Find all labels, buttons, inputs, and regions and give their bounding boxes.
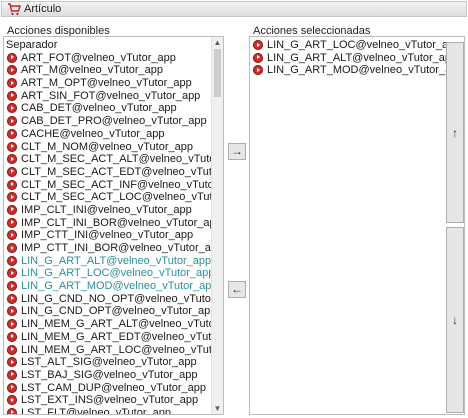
list-item-label: IMP_CTT_INI_BOR@velneo_vTutor_app (21, 242, 224, 254)
remove-action-button[interactable]: ← (228, 281, 246, 298)
action-play-icon (7, 179, 17, 190)
action-play-icon (7, 65, 17, 76)
list-item-label: IMP_CLT_INI@velneo_vTutor_app (21, 203, 192, 216)
action-play-icon (7, 128, 17, 139)
list-item-label: CLT_M_SEC_ACT_INF@velneo_vTutor_app (21, 178, 224, 191)
list-item-label: ART_FOT@velneo_vTutor_app (21, 51, 176, 64)
list-item-label: CLT_M_NOM@velneo_vTutor_app (21, 140, 193, 153)
list-item-label: LST_BAJ_SIG@velneo_vTutor_app (21, 368, 198, 381)
list-item-label: IMP_CTT_INI@velneo_vTutor_app (21, 229, 194, 242)
move-up-button[interactable]: ↑ (446, 42, 464, 223)
list-item-label: LIN_MEM_G_ART_LOC@velneo_vTutor_app (21, 343, 224, 356)
window-title: Artículo (24, 3, 62, 15)
list-item-label: LIN_G_ART_MOD@velneo_vTutor_app (267, 64, 464, 77)
available-actions-list[interactable]: Separador ART_FOT@velneo_vTutor_app ART_M… (3, 36, 224, 415)
list-item-label: ART_M@velneo_vTutor_app (21, 64, 164, 77)
window-titlebar: Artículo (1, 1, 467, 17)
list-item-label: LST_EXT_INS@velneo_vTutor_app (21, 394, 199, 407)
scroll-up-arrow-icon[interactable]: ▲ (212, 37, 223, 48)
action-play-icon (7, 243, 17, 253)
list-item-label: CAB_DET@velneo_vTutor_app (21, 102, 177, 115)
action-play-icon (253, 40, 263, 50)
action-play-icon (253, 65, 263, 76)
action-play-icon (7, 268, 17, 279)
action-play-icon (7, 255, 17, 266)
arrow-right-icon: → (231, 144, 243, 158)
list-item-label: CLT_M_SEC_ACT_ALT@velneo_vTutor_app (21, 153, 224, 166)
add-action-button[interactable]: → (228, 143, 246, 160)
list-item-label: LIN_MEM_G_ART_EDT@velneo_vTutor_app (21, 330, 224, 343)
list-item-label: LIN_G_ART_LOC@velneo_vTutor_app (267, 39, 461, 51)
scroll-down-arrow-icon[interactable]: ▼ (212, 403, 223, 414)
selected-actions-list[interactable]: LIN_G_ART_LOC@velneo_vTutor_app LIN_G_ART… (249, 36, 465, 415)
list-item-label: LIN_G_CND_OPT@velneo_vTutor_app (21, 305, 217, 318)
vertical-scrollbar[interactable]: ▲ ▼ (211, 37, 223, 414)
action-play-icon (7, 369, 17, 380)
action-play-icon (7, 192, 17, 203)
list-item-label: CLT_M_SEC_ACT_EDT@velneo_vTutor_app (21, 165, 224, 178)
arrow-left-icon: ← (231, 282, 243, 296)
action-play-icon (7, 331, 17, 342)
action-play-icon (7, 230, 17, 241)
action-play-icon (7, 395, 17, 406)
action-play-icon (7, 52, 17, 63)
list-item-label: CLT_M_SEC_ACT_LOC@velneo_vTutor_app (21, 191, 223, 204)
action-play-icon (7, 382, 17, 393)
list-item-label: ART_SIN_FOT@velneo_vTutor_app (21, 89, 201, 102)
list-item-label: LIN_MEM_G_ART_ALT@velneo_vTutor_app (21, 318, 224, 331)
action-play-icon (7, 78, 17, 89)
action-play-icon (7, 204, 17, 215)
action-play-icon (7, 319, 17, 330)
action-play-icon (7, 407, 17, 414)
list-item-label: LIN_G_ART_ALT@velneo_vTutor_app (21, 254, 212, 267)
action-play-icon (7, 357, 17, 368)
action-play-icon (7, 306, 17, 317)
cart-icon (8, 3, 21, 16)
action-play-icon (7, 293, 17, 304)
list-item-label: LIN_G_CND_NO_OPT@velneo_vTutor_app (21, 292, 224, 305)
action-play-icon (7, 217, 17, 228)
arrow-down-icon: ↓ (452, 313, 458, 327)
list-item-label: LST_ALT_SIG@velneo_vTutor_app (21, 356, 197, 369)
action-play-icon (7, 344, 17, 355)
list-item-label: IMP_CLT_INI_BOR@velneo_vTutor_app (21, 216, 222, 229)
list-item-label: LIN_G_ART_ALT@velneo_vTutor_app (267, 51, 458, 64)
action-play-icon (7, 166, 17, 177)
list-item-label: LIN_G_ART_MOD@velneo_vTutor_app (21, 280, 218, 293)
action-play-icon (7, 116, 17, 127)
list-item-label: CACHE@velneo_vTutor_app (21, 127, 165, 140)
action-play-icon (7, 281, 17, 292)
move-down-button[interactable]: ↓ (446, 227, 464, 413)
action-play-icon (7, 141, 17, 152)
list-item-label: LIN_G_ART_LOC@velneo_vTutor_app (21, 267, 215, 280)
action-play-icon (7, 103, 17, 114)
scrollbar-thumb[interactable] (214, 49, 221, 97)
action-play-icon (7, 154, 17, 165)
list-item-label: LST_FLT@velneo_vTutor_app (21, 406, 171, 415)
action-play-icon (253, 52, 263, 63)
list-item-label: LST_CAM_DUP@velneo_vTutor_app (21, 381, 207, 394)
list-item-label: CAB_DET_PRO@velneo_vTutor_app (21, 115, 207, 128)
arrow-up-icon: ↑ (452, 125, 458, 140)
list-item-label: ART_M_OPT@velneo_vTutor_app (21, 77, 192, 90)
action-play-icon (7, 90, 17, 101)
